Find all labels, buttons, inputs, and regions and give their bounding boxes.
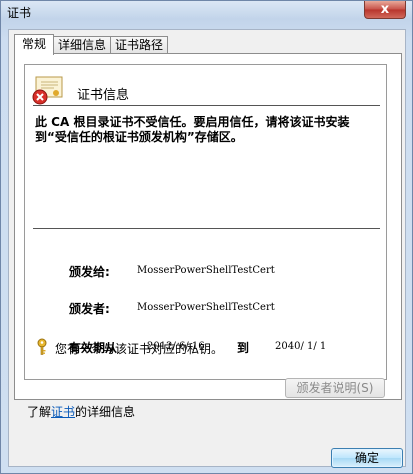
- tab-general[interactable]: 常规: [14, 34, 55, 55]
- info-title: 证书信息: [77, 88, 130, 103]
- close-button[interactable]: x: [364, 1, 406, 19]
- window-title: 证书: [7, 6, 32, 20]
- certificate-icon: [32, 76, 63, 105]
- learn-more-suffix: 的详细信息: [75, 405, 136, 419]
- tab-certification-path[interactable]: 证书路径: [110, 36, 169, 54]
- learn-more-link[interactable]: 证书: [51, 405, 75, 419]
- general-tab-panel: 证书信息 此 CA 根目录证书不受信任。要启用信任，请将该证书安装到“受信任的根…: [14, 53, 402, 400]
- key-icon: [37, 338, 47, 355]
- issued-by-label: 颁发者:: [69, 302, 110, 316]
- untrusted-warning-text: 此 CA 根目录证书不受信任。要启用信任，请将该证书安装到“受信任的根证书颁发机…: [35, 115, 350, 144]
- ok-button[interactable]: 确定: [331, 448, 403, 468]
- valid-to-value: 2040/ 1/ 1: [275, 341, 327, 352]
- valid-to-label: 到: [237, 341, 250, 355]
- certificate-dialog: 证书 x 常规 详细信息 证书路径 证书信息 此 CA 根目录证书不受信任。要启…: [0, 0, 413, 474]
- error-badge-icon: [32, 89, 48, 105]
- learn-more-text: 了解证书的详细信息: [27, 403, 135, 420]
- private-key-text: 您有一个与该证书对应的私钥。: [55, 342, 224, 356]
- issued-to-label: 颁发给:: [69, 265, 110, 279]
- divider-middle: [33, 228, 380, 229]
- issuer-statement-button[interactable]: 颁发者说明(S): [285, 378, 385, 398]
- title-bar: 证书 x: [1, 1, 412, 23]
- tab-strip: 常规 详细信息 证书路径: [14, 34, 169, 55]
- issued-to-value: MosserPowerShellTestCert: [137, 265, 275, 276]
- tab-details[interactable]: 详细信息: [53, 36, 112, 54]
- issued-by-value: MosserPowerShellTestCert: [137, 302, 275, 313]
- learn-more-prefix: 了解: [27, 405, 52, 419]
- certificate-info-box: 证书信息 此 CA 根目录证书不受信任。要启用信任，请将该证书安装到“受信任的根…: [24, 64, 387, 380]
- divider-top: [33, 105, 380, 106]
- dialog-client-area: 常规 详细信息 证书路径 证书信息 此 CA 根目录证书不受信任。要启用信任，请…: [8, 29, 406, 468]
